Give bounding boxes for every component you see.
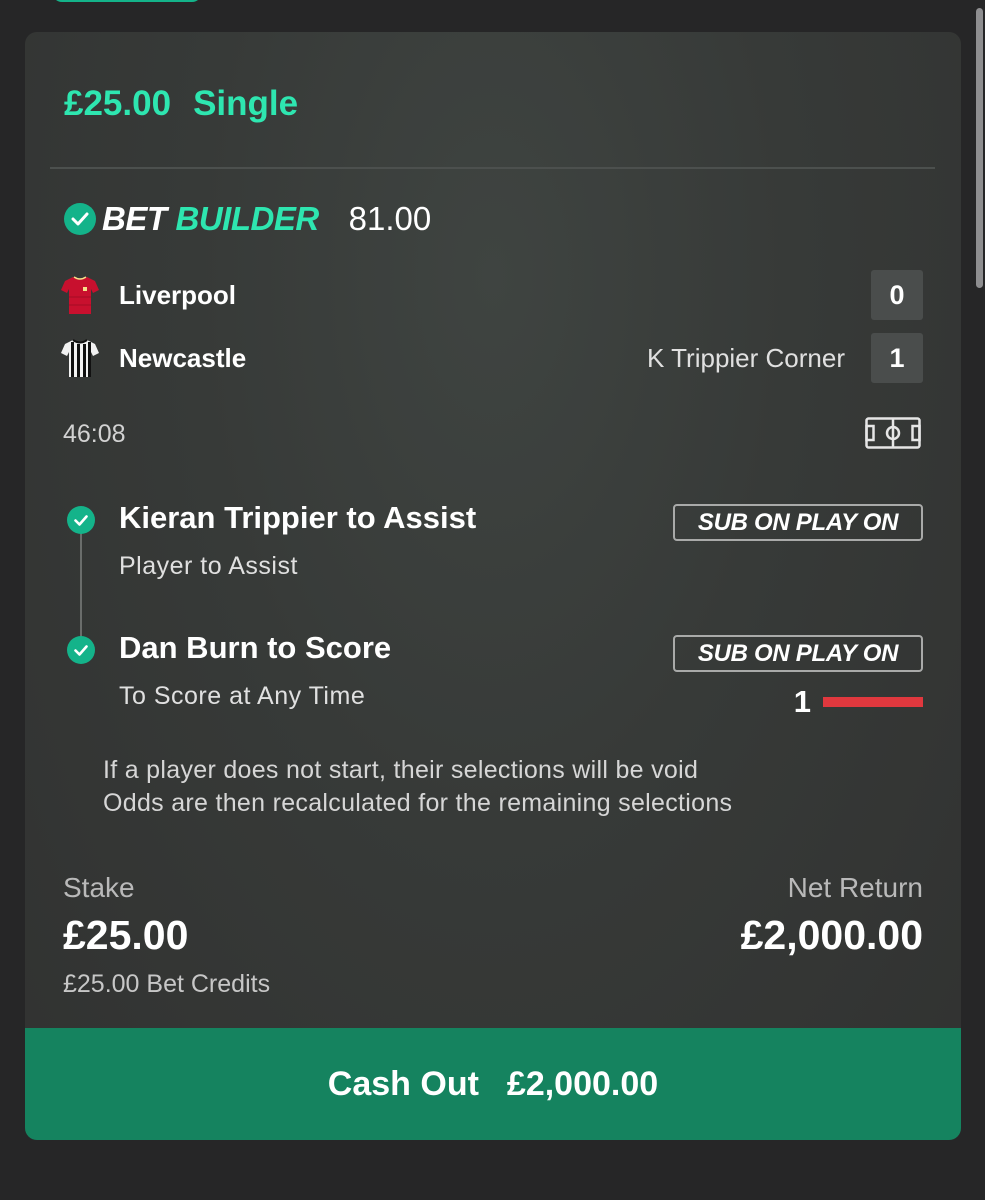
cash-out-value: £2,000.00 — [506, 1064, 659, 1103]
stake-label: Stake — [63, 872, 135, 903]
bet-amount: £25.00 — [64, 84, 172, 123]
selection-market: Player to Assist — [119, 552, 298, 580]
bet-builder-odds: 81.00 — [348, 200, 432, 237]
newcastle-shirt-icon — [61, 339, 99, 377]
check-circle-icon — [64, 203, 96, 235]
selection-title: Kieran Trippier to Assist — [119, 500, 477, 535]
void-notice-line: Odds are then recalculated for the remai… — [103, 789, 733, 817]
liverpool-shirt-icon — [61, 276, 99, 314]
cash-out-label: Cash Out — [327, 1064, 479, 1103]
previous-card-edge — [52, 0, 202, 2]
team-row-away: Newcastle — [61, 338, 246, 378]
bet-header: £25.00 Single — [64, 84, 298, 124]
team-row-home: Liverpool — [61, 275, 236, 315]
bet-builder-row: BET BUILDER 81.00 — [64, 200, 431, 238]
stake-value: £25.00 — [63, 912, 189, 958]
away-score: 1 — [871, 333, 923, 383]
away-team-name: Newcastle — [119, 342, 247, 373]
sub-on-play-on-badge[interactable]: SUB ON PLAY ON — [673, 504, 923, 541]
progress-bar — [823, 697, 923, 707]
pitch-icon[interactable] — [865, 417, 921, 449]
latest-event-text: K Trippier Corner — [647, 343, 845, 373]
bet-card: £25.00 Single BET BUILDER 81.00 Liverpoo… — [25, 32, 961, 1140]
check-circle-icon — [67, 636, 95, 664]
net-return-label: Net Return — [787, 872, 923, 903]
divider — [50, 167, 935, 169]
selection-timeline — [80, 522, 82, 640]
home-team-name: Liverpool — [119, 279, 237, 310]
check-circle-icon — [67, 506, 95, 534]
bet-builder-label-part2: BUILDER — [175, 200, 320, 237]
scrollbar[interactable] — [976, 8, 983, 288]
bet-type: Single — [193, 84, 299, 123]
selection-market: To Score at Any Time — [119, 682, 366, 710]
home-score: 0 — [871, 270, 923, 320]
sub-on-play-on-badge[interactable]: SUB ON PLAY ON — [673, 635, 923, 672]
void-notice: If a player does not start, their select… — [103, 754, 732, 820]
bet-credits: £25.00 Bet Credits — [63, 970, 271, 998]
match-clock: 46:08 — [63, 420, 126, 448]
net-return-value: £2,000.00 — [740, 912, 923, 958]
cash-out-button[interactable]: Cash Out £2,000.00 — [25, 1028, 961, 1140]
progress-count: 1 — [793, 684, 811, 719]
selection-title: Dan Burn to Score — [119, 630, 392, 665]
void-notice-line: If a player does not start, their select… — [103, 756, 699, 784]
bet-builder-label-part1: BET — [102, 200, 167, 237]
